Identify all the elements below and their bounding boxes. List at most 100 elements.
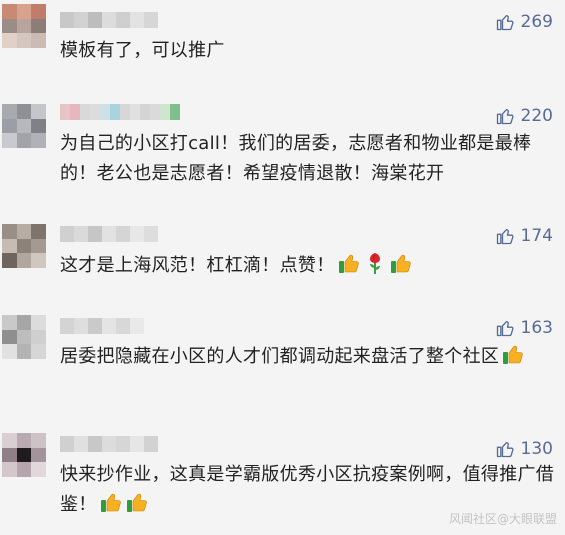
avatar-pixel — [16, 344, 32, 359]
username-blur-block — [60, 226, 74, 242]
avatar[interactable] — [2, 315, 46, 359]
comment-text: 居委把隐藏在小区的人才们都调动起来盘活了整个社区 — [60, 342, 555, 372]
username-blur-block — [90, 104, 100, 120]
username-blur-block — [130, 104, 140, 120]
avatar-pixel — [2, 344, 17, 359]
username-blur-block — [120, 104, 130, 120]
avatar-pixel — [2, 329, 17, 345]
watermark: 风闻社区@大眼联盟 — [448, 512, 557, 526]
avatar-pixel — [31, 462, 46, 477]
username-blur-block — [116, 318, 130, 334]
like-button[interactable]: 174 — [495, 224, 553, 248]
emoji-list — [499, 345, 525, 367]
username-blur-block — [60, 318, 74, 334]
username-blur-block — [100, 104, 110, 120]
username-blur-block — [130, 318, 144, 334]
avatar-pixel — [31, 118, 46, 134]
username-blur-block — [150, 104, 160, 120]
username-blurred[interactable] — [60, 12, 180, 28]
username-blur-block — [130, 12, 144, 28]
avatar-pixel — [2, 118, 17, 134]
like-count: 269 — [520, 12, 553, 32]
avatar-pixel — [31, 33, 46, 48]
comment-text-body: 模板有了，可以推广 — [60, 40, 225, 61]
username-blur-block — [88, 436, 102, 452]
username-blur-block — [74, 436, 88, 452]
avatar-pixel — [2, 447, 17, 463]
username-blurred[interactable] — [60, 104, 180, 120]
avatar-pixel — [16, 329, 32, 345]
username-blur-block — [88, 318, 102, 334]
avatar-pixel — [16, 253, 32, 268]
like-button[interactable]: 220 — [495, 104, 553, 128]
username-blur-block — [110, 104, 120, 120]
username-blurred[interactable] — [60, 436, 180, 452]
username-blur-block — [144, 12, 158, 28]
avatar-pixel — [31, 18, 46, 34]
avatar-pixel — [2, 433, 17, 448]
username-blurred[interactable] — [60, 226, 180, 242]
username-blur-block — [102, 436, 116, 452]
avatar-pixel — [2, 462, 17, 477]
avatar-pixel — [2, 224, 17, 239]
avatar-pixel — [16, 104, 32, 119]
emoji-list — [335, 253, 413, 276]
username-blurred[interactable] — [60, 318, 180, 334]
like-count: 130 — [520, 439, 553, 459]
thumbs-up-emoji-icon — [389, 251, 413, 275]
like-count: 163 — [520, 318, 553, 338]
username-blur-block — [60, 104, 70, 120]
avatar-pixel — [16, 133, 32, 148]
username-blur-block — [74, 318, 88, 334]
like-count: 220 — [520, 106, 553, 126]
comment-text-body: 居委把隐藏在小区的人才们都调动起来盘活了整个社区 — [60, 346, 500, 367]
comment-text: 模板有了，可以推广 — [60, 36, 555, 66]
comment-text-body: 这才是上海风范！杠杠滴！点赞！ — [60, 255, 335, 276]
avatar-pixel — [16, 462, 32, 477]
avatar-pixel — [31, 133, 46, 148]
username-blur-block — [74, 12, 88, 28]
thumbs-up-emoji-icon — [501, 342, 525, 366]
username-blur-block — [160, 104, 170, 120]
avatar-pixel — [31, 315, 46, 330]
username-blur-block — [102, 12, 116, 28]
username-blur-block — [144, 436, 158, 452]
like-button[interactable]: 130 — [495, 437, 553, 461]
avatar-pixel — [16, 33, 32, 48]
username-blur-block — [80, 104, 90, 120]
thumbs-up-outline-icon — [496, 15, 514, 31]
avatar-pixel — [2, 315, 17, 330]
avatar-pixel — [2, 33, 17, 48]
username-blur-block — [116, 12, 130, 28]
avatar-pixel — [2, 133, 17, 148]
username-blur-block — [116, 226, 130, 242]
username-blur-block — [116, 436, 130, 452]
username-blur-block — [70, 104, 80, 120]
avatar-pixel — [16, 315, 32, 330]
emoji-list — [97, 493, 149, 515]
avatar-pixel — [16, 4, 32, 19]
avatar[interactable] — [2, 224, 46, 268]
rose-emoji-icon — [363, 251, 387, 275]
avatar-pixel — [16, 118, 32, 134]
username-blur-block — [144, 226, 158, 242]
avatar-pixel — [31, 238, 46, 254]
avatar[interactable] — [2, 104, 46, 148]
avatar-pixel — [16, 18, 32, 34]
avatar-pixel — [31, 224, 46, 239]
thumbs-up-emoji-icon — [125, 490, 149, 514]
like-button[interactable]: 163 — [495, 316, 553, 340]
avatar-pixel — [31, 447, 46, 463]
avatar[interactable] — [2, 433, 46, 477]
username-blur-block — [140, 104, 150, 120]
avatar-pixel — [2, 238, 17, 254]
username-blur-block — [130, 226, 144, 242]
avatar-pixel — [2, 253, 17, 268]
like-button[interactable]: 269 — [495, 10, 553, 34]
avatar-pixel — [31, 4, 46, 19]
avatar-pixel — [31, 104, 46, 119]
avatar[interactable] — [2, 4, 46, 48]
thumbs-up-outline-icon — [496, 321, 514, 337]
username-blur-block — [130, 436, 144, 452]
comment-text: 为自己的小区打call！我们的居委，志愿者和物业都是最棒的！老公也是志愿者！希望… — [60, 129, 555, 189]
